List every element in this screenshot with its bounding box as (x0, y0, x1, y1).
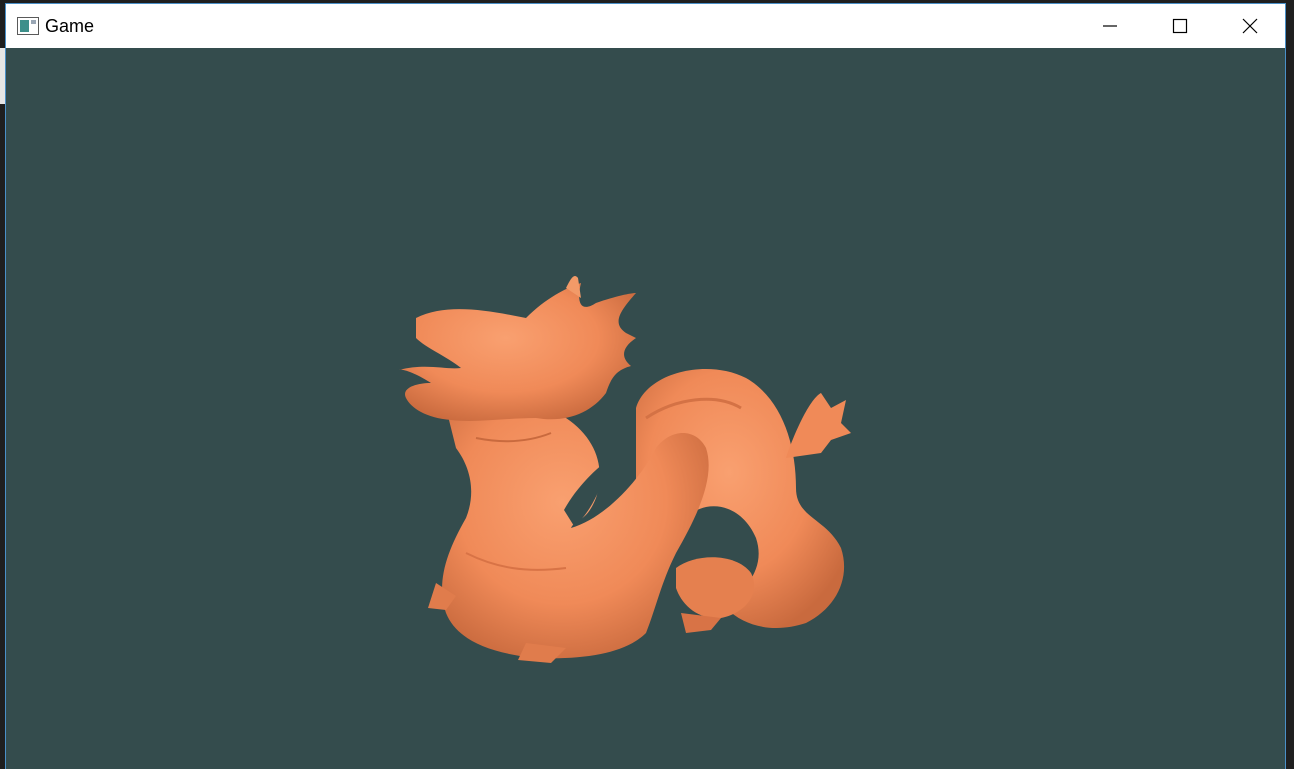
title-bar[interactable]: Game (6, 4, 1285, 48)
close-icon (1242, 18, 1258, 34)
maximize-icon (1172, 18, 1188, 34)
minimize-icon (1103, 25, 1117, 27)
maximize-button[interactable] (1145, 4, 1215, 48)
game-window: Game (5, 3, 1286, 769)
dragon-model (399, 276, 851, 663)
minimize-button[interactable] (1075, 4, 1145, 48)
window-controls (1075, 4, 1285, 48)
render-viewport[interactable] (6, 48, 1285, 769)
window-title: Game (45, 15, 95, 36)
close-button[interactable] (1215, 4, 1285, 48)
app-window-icon (17, 17, 39, 35)
